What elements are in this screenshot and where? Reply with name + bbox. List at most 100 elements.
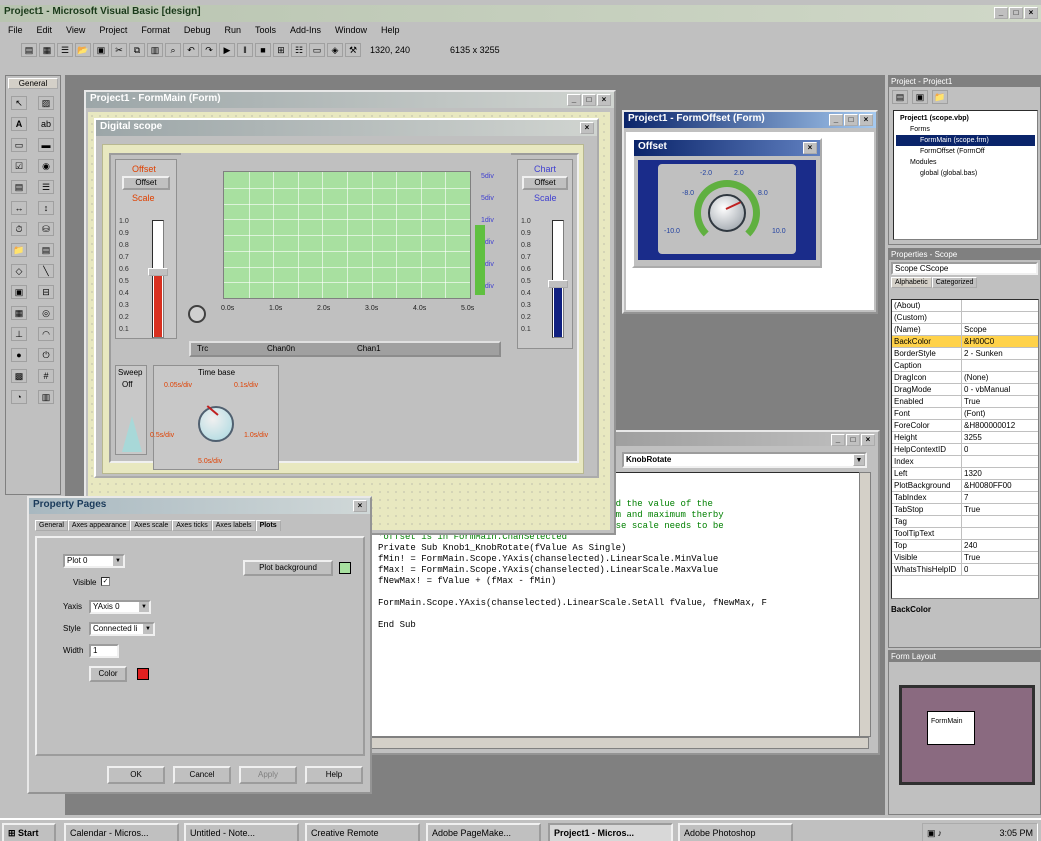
chevron-down-icon[interactable]: ▼ xyxy=(139,602,149,612)
property-row[interactable]: PlotBackground &H0080FF00 xyxy=(892,480,1038,492)
close-button[interactable]: × xyxy=(1024,7,1038,19)
open-icon[interactable]: 📂 xyxy=(75,43,91,57)
menu-help[interactable]: Help xyxy=(381,25,400,35)
graph-tool-icon[interactable]: ▩ xyxy=(11,369,27,383)
tray-volume-icon[interactable]: ♪ xyxy=(938,824,943,841)
width-input[interactable]: 1 xyxy=(89,644,119,658)
layout-form-preview[interactable]: FormMain xyxy=(927,711,975,745)
color-button[interactable]: Color xyxy=(89,666,127,682)
style-dropdown[interactable]: Connected li ▼ xyxy=(89,622,155,636)
sweep-switch-icon[interactable] xyxy=(122,416,142,452)
tree-project[interactable]: Project1 (scope.vbp) xyxy=(896,113,1035,124)
hscroll-tool-icon[interactable]: ↔ xyxy=(11,201,27,215)
task-creative-remote[interactable]: Creative Remote xyxy=(305,823,420,841)
tree-modules[interactable]: Modules xyxy=(896,157,1035,168)
paste-icon[interactable]: ▥ xyxy=(147,43,163,57)
pause-icon[interactable]: ‖ xyxy=(237,43,253,57)
checkbox-tool-icon[interactable]: ☑ xyxy=(11,159,27,173)
scope-close-button[interactable]: × xyxy=(580,122,594,134)
code-close-button[interactable]: × xyxy=(861,434,875,446)
plot-background-button[interactable]: Plot background xyxy=(243,560,333,576)
property-row[interactable]: Enabled True xyxy=(892,396,1038,408)
formoffset-minimize-button[interactable]: _ xyxy=(829,114,843,126)
tab-alphabetic[interactable]: Alphabetic xyxy=(891,277,932,288)
tray-network-icon[interactable]: ▣ xyxy=(927,824,936,841)
cancel-button[interactable]: Cancel xyxy=(173,766,231,784)
plot-select-dropdown[interactable]: Plot 0 ▼ xyxy=(63,554,125,568)
plot-area[interactable] xyxy=(223,171,471,299)
property-row[interactable]: BorderStyle 2 - Sunken xyxy=(892,348,1038,360)
meter-tool-icon[interactable]: ◠ xyxy=(38,327,54,341)
formmain-minimize-button[interactable]: _ xyxy=(567,94,581,106)
form-layout-icon[interactable]: ▭ xyxy=(309,43,325,57)
property-row[interactable]: (Custom) xyxy=(892,312,1038,324)
tab-axes-ticks[interactable]: Axes ticks xyxy=(172,520,212,531)
button-tool-icon[interactable]: ▬ xyxy=(38,138,54,152)
formoffset-close-button[interactable]: × xyxy=(859,114,873,126)
code-vscrollbar[interactable] xyxy=(859,472,871,737)
menu-project[interactable]: Project xyxy=(99,25,127,35)
menu-view[interactable]: View xyxy=(66,25,85,35)
scope-control[interactable]: Offset Offset Scale 1.0 0.9 0.8 0.7 0.6 0.5 0.… xyxy=(102,144,584,474)
object-browser-icon[interactable]: ◈ xyxy=(327,43,343,57)
tree-forms[interactable]: Forms xyxy=(896,124,1035,135)
tab-axes-scale[interactable]: Axes scale xyxy=(130,520,173,531)
right-slider-thumb[interactable] xyxy=(548,280,568,288)
tab-chan0n[interactable]: Chan0n xyxy=(261,343,351,355)
vscroll-tool-icon[interactable]: ↕ xyxy=(38,201,54,215)
menu-format[interactable]: Format xyxy=(141,25,170,35)
cw-tool-icon[interactable]: ▥ xyxy=(38,390,54,404)
shape-tool-icon[interactable]: ◇ xyxy=(11,264,27,278)
slide-tool-icon[interactable]: ⊥ xyxy=(11,327,27,341)
property-row[interactable]: DragMode 0 - vbManual xyxy=(892,384,1038,396)
find-icon[interactable]: ⌕ xyxy=(165,43,181,57)
label-tool-icon[interactable]: A xyxy=(11,117,27,131)
start-button[interactable]: ⊞ Start xyxy=(2,823,56,841)
undo-icon[interactable]: ↶ xyxy=(183,43,199,57)
property-row[interactable]: Tag xyxy=(892,516,1038,528)
property-row[interactable]: Caption xyxy=(892,360,1038,372)
add-project-icon[interactable]: ▤ xyxy=(21,43,37,57)
menu-editor-icon[interactable]: ☰ xyxy=(57,43,73,57)
property-row[interactable]: TabIndex 7 xyxy=(892,492,1038,504)
task-project1[interactable]: Project1 - Micros... xyxy=(548,823,673,841)
radio-tool-icon[interactable]: ◉ xyxy=(38,159,54,173)
maximize-button[interactable]: □ xyxy=(1009,7,1023,19)
property-row[interactable]: (About) xyxy=(892,300,1038,312)
property-row[interactable]: WhatsThisHelpID 0 xyxy=(892,564,1038,576)
property-row[interactable]: Top 240 xyxy=(892,540,1038,552)
offset-inner-close-button[interactable]: × xyxy=(803,142,817,154)
object-dropdown[interactable]: Scope CScope xyxy=(891,262,1038,275)
color-swatch[interactable] xyxy=(137,668,149,680)
textbox-tool-icon[interactable]: ab xyxy=(38,117,54,131)
cut-icon[interactable]: ✂ xyxy=(111,43,127,57)
chevron-down-icon[interactable]: ▼ xyxy=(853,454,865,466)
menu-debug[interactable]: Debug xyxy=(184,25,211,35)
formmain-close-button[interactable]: × xyxy=(597,94,611,106)
listbox-tool-icon[interactable]: ☰ xyxy=(38,180,54,194)
chevron-down-icon[interactable]: ▼ xyxy=(113,556,123,566)
toggle-folders-icon[interactable]: 📁 xyxy=(932,90,948,104)
tab-chan1[interactable]: Chan1 xyxy=(351,343,441,355)
property-row[interactable]: BackColor &H00C0 xyxy=(892,336,1038,348)
property-row[interactable]: HelpContextID 0 xyxy=(892,444,1038,456)
task-photoshop[interactable]: Adobe Photoshop xyxy=(678,823,793,841)
view-object-icon[interactable]: ▣ xyxy=(912,90,928,104)
tab-axes-labels[interactable]: Axes labels xyxy=(211,520,256,531)
frame-tool-icon[interactable]: ▭ xyxy=(11,138,27,152)
property-row[interactable]: Left 1320 xyxy=(892,468,1038,480)
knob-tool-icon[interactable]: ◎ xyxy=(38,306,54,320)
save-icon[interactable]: ▣ xyxy=(93,43,109,57)
knob-small-icon[interactable] xyxy=(188,305,206,323)
ok-button[interactable]: OK xyxy=(107,766,165,784)
stop-icon[interactable]: ■ xyxy=(255,43,271,57)
plot-background-swatch[interactable] xyxy=(339,562,351,574)
numedit-tool-icon[interactable]: # xyxy=(38,369,54,383)
tab-categorized[interactable]: Categorized xyxy=(931,277,978,288)
property-row[interactable]: ToolTipText xyxy=(892,528,1038,540)
property-row[interactable]: Index xyxy=(892,456,1038,468)
code-maximize-button[interactable]: □ xyxy=(846,434,860,446)
tab-axes-appearance[interactable]: Axes appearance xyxy=(67,520,131,531)
switch-tool-icon[interactable]: ⏻ xyxy=(38,348,54,362)
visible-checkbox[interactable]: ✓ xyxy=(101,577,110,586)
